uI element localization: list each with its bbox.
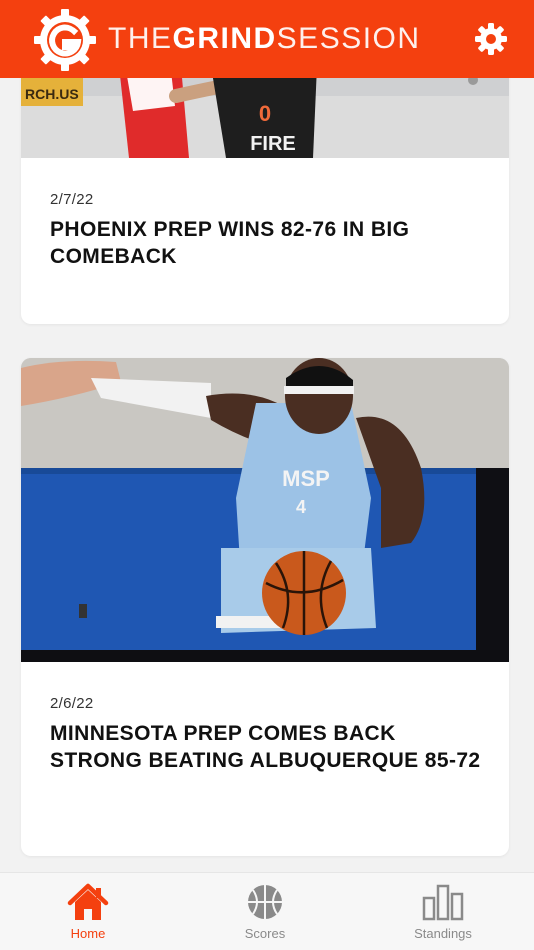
basketball-icon — [248, 885, 282, 919]
tab-scores[interactable]: Scores — [229, 873, 301, 950]
news-photo[interactable]: MSP 4 — [21, 358, 509, 662]
brand-word-grind: GRIND — [172, 22, 277, 55]
tab-standings[interactable]: Standings — [400, 873, 486, 950]
jersey-number-text: 4 — [296, 497, 306, 517]
bottom-tab-bar: Home Scores Standings — [0, 872, 534, 950]
jersey-number-text: 0 — [259, 101, 271, 126]
jersey-text: MSP — [282, 466, 330, 491]
grind-session-logo-icon[interactable] — [34, 9, 96, 71]
news-title[interactable]: PHOENIX PREP WINS 82-76 IN BIG COMEBACK — [50, 216, 481, 270]
tab-label: Home — [70, 926, 106, 941]
news-photo[interactable]: RCH.US 0 FIRE — [21, 78, 509, 158]
jersey-text: FIRE — [250, 133, 296, 155]
gear-icon[interactable] — [474, 22, 508, 56]
brand-word-session: SESSION — [276, 22, 421, 55]
news-date: 2/6/22 — [50, 695, 94, 712]
news-card[interactable]: MSP 4 2/6/22 MINNESOTA PREP COMES BACK S… — [21, 358, 509, 856]
tab-label: Scores — [244, 926, 286, 941]
brand-word-the: THE — [108, 22, 173, 55]
news-date: 2/7/22 — [50, 191, 94, 208]
news-feed[interactable]: RCH.US 0 FIRE 2/7/22 PHOENIX PREP WINS 8… — [0, 78, 534, 872]
tab-label: Standings — [414, 926, 472, 941]
photo-sign-text: RCH.US — [25, 86, 79, 102]
brand-wordmark: THEGRINDSESSION — [108, 22, 421, 56]
home-icon — [67, 883, 109, 920]
app-header: THEGRINDSESSION — [0, 0, 534, 78]
tab-home[interactable]: Home — [52, 873, 124, 950]
news-title[interactable]: MINNESOTA PREP COMES BACK STRONG BEATING… — [50, 720, 481, 774]
bar-chart-icon — [422, 884, 464, 921]
news-card[interactable]: RCH.US 0 FIRE 2/7/22 PHOENIX PREP WINS 8… — [21, 78, 509, 324]
